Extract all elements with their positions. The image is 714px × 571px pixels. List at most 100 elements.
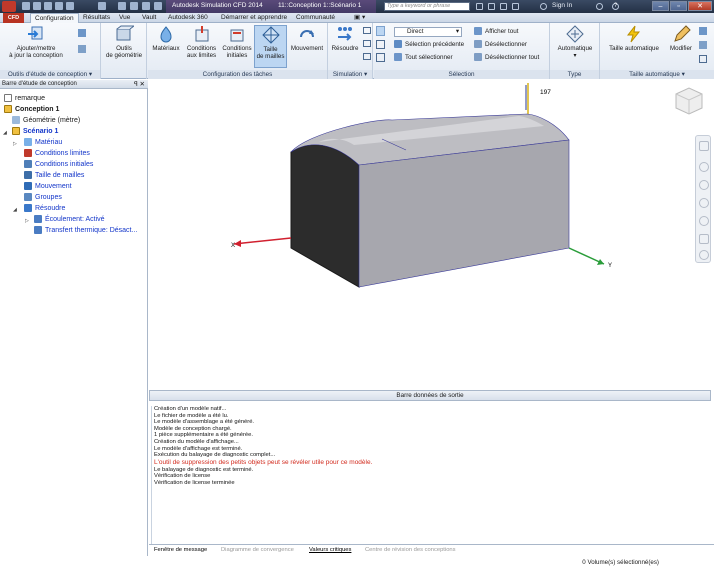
mesh-refine-icon[interactable] <box>699 27 707 35</box>
communication-icon[interactable] <box>500 3 507 10</box>
log-line: Le fichier de modèle a été lu. <box>154 412 229 419</box>
expand-arrow-icon[interactable]: ◢ <box>3 130 7 136</box>
settings-icon[interactable] <box>699 250 709 260</box>
tab-critical-values[interactable]: Valeurs critiques <box>309 546 351 555</box>
collapse-arrow-icon[interactable]: ▷ <box>25 218 29 224</box>
tab-getting-started[interactable]: Démarrer et apprendre <box>221 13 287 23</box>
exchange-icon[interactable] <box>596 3 603 10</box>
tab-community[interactable]: Communauté <box>296 13 335 23</box>
select-all-button[interactable]: Tout sélectionner <box>394 53 453 63</box>
3d-viewport[interactable]: 197 X Y <box>149 80 714 387</box>
collapse-arrow-icon[interactable]: ▷ <box>13 141 17 147</box>
model-front-face[interactable] <box>358 139 570 288</box>
application-menu-button[interactable]: CFD <box>3 13 24 23</box>
quick-access-icon[interactable] <box>154 2 162 10</box>
boundary-conditions-button[interactable]: Conditions aux limites <box>184 25 219 59</box>
select-faces-icon[interactable] <box>376 40 385 49</box>
open-file-icon[interactable] <box>33 2 41 10</box>
close-button[interactable]: ✕ <box>688 1 712 11</box>
app-logo-icon[interactable] <box>2 1 16 12</box>
quick-access-icon[interactable] <box>118 2 126 10</box>
add-update-design-button[interactable]: Ajouter/mettre à jour la conception <box>8 25 64 59</box>
auto-size-button[interactable]: Taille automatique <box>602 25 666 52</box>
tab-autodesk-360[interactable]: Autodesk 360 <box>168 13 208 23</box>
pan-icon[interactable] <box>699 162 709 172</box>
tab-design-review-center[interactable]: Centre de révision des conceptions <box>365 546 456 555</box>
new-file-icon[interactable] <box>22 2 30 10</box>
view-cube[interactable] <box>675 87 703 115</box>
tree-item-scenario[interactable]: Scénario 1 <box>12 127 58 137</box>
group-title[interactable]: Simulation ▾ <box>328 70 372 79</box>
motion-button[interactable]: Mouvement <box>288 25 326 52</box>
deselect-button[interactable]: Désélectionner <box>474 40 527 50</box>
tree-item-geometry[interactable]: Géométrie (mètre) <box>12 116 80 126</box>
select-mode-icon[interactable] <box>376 26 385 36</box>
mail-icon[interactable] <box>363 53 371 60</box>
tab-view[interactable]: Vue <box>119 13 130 23</box>
tree-item-material[interactable]: Matériau <box>24 138 62 148</box>
panel-pin-close[interactable]: ꟼ ✕ <box>134 80 145 89</box>
list-icon[interactable] <box>363 27 371 34</box>
zoom-icon[interactable] <box>699 180 709 190</box>
steering-wheel-icon[interactable] <box>699 141 709 151</box>
modify-button[interactable]: Modifier <box>666 25 696 52</box>
tree-item-solve[interactable]: Résoudre <box>24 204 65 214</box>
tree-item-groups[interactable]: Groupes <box>24 193 62 203</box>
tab-configuration[interactable]: Configuration <box>30 13 79 23</box>
tree-item-heat-transfer[interactable]: Transfert thermique: Désact... <box>34 226 137 236</box>
user-icon[interactable] <box>540 3 547 10</box>
tree-item-boundary-conditions[interactable]: Conditions limites <box>24 149 90 159</box>
quick-access-icon[interactable] <box>142 2 150 10</box>
minimize-button[interactable]: – <box>652 1 669 11</box>
redo-icon[interactable] <box>66 2 74 10</box>
tab-convergence-plot[interactable]: Diagramme de convergence <box>221 546 294 555</box>
mesh-options-icon[interactable] <box>699 55 707 63</box>
look-icon[interactable] <box>699 216 709 226</box>
tab-message-window[interactable]: Fenêtre de message <box>154 546 207 555</box>
orbit-icon[interactable] <box>699 198 709 208</box>
save-icon[interactable] <box>44 2 52 10</box>
tab-overflow-menu[interactable]: ▣ ▾ <box>354 13 365 23</box>
model-canvas[interactable]: 197 X Y <box>149 80 714 387</box>
tab-vault[interactable]: Vault <box>142 13 156 23</box>
key-icon[interactable] <box>488 3 495 10</box>
group-title[interactable]: Taille automatique ▾ <box>600 70 714 79</box>
select-volumes-icon[interactable] <box>376 53 385 62</box>
copy-icon[interactable] <box>78 29 86 37</box>
undo-icon[interactable] <box>55 2 63 10</box>
geometry-icon <box>12 116 20 125</box>
initial-conditions-icon <box>227 25 247 43</box>
deselect-all-button[interactable]: Désélectionner tout <box>474 53 539 63</box>
previous-selection-button[interactable]: Sélection précédente <box>394 40 464 50</box>
tree-item-design[interactable]: Conception 1 <box>4 105 59 115</box>
model-end-face[interactable] <box>290 144 360 288</box>
tree-item-note[interactable]: remarque <box>4 94 45 104</box>
binoculars-icon[interactable] <box>476 3 483 10</box>
tree-item-mesh-size[interactable]: Taille de mailles <box>24 171 84 181</box>
sign-in-link[interactable]: Sign In <box>552 2 572 9</box>
mesh-coarsen-icon[interactable] <box>699 41 707 49</box>
initial-conditions-button[interactable]: Conditions initiales <box>220 25 254 59</box>
automatic-button[interactable]: Automatique ▾ <box>552 25 598 59</box>
tab-results[interactable]: Résultats <box>83 13 110 23</box>
group-title[interactable]: Outils d'étude de conception ▾ <box>0 70 100 79</box>
materials-button[interactable]: Matériaux <box>149 25 183 52</box>
geometry-tools-button[interactable]: Outils de géométrie <box>103 25 145 59</box>
maximize-button[interactable]: ▫ <box>670 1 687 11</box>
solve-button[interactable]: Résoudre <box>329 25 361 52</box>
tree-item-initial-conditions[interactable]: Conditions initiales <box>24 160 93 170</box>
grid-icon[interactable] <box>363 40 371 47</box>
star-icon[interactable] <box>512 3 519 10</box>
quick-access-icon[interactable] <box>130 2 138 10</box>
mesh-size-button[interactable]: Taille de mailles <box>254 25 287 68</box>
help-icon[interactable]: ? <box>612 3 619 10</box>
selection-mode-dropdown[interactable]: Direct ▾ <box>394 27 462 37</box>
clone-icon[interactable] <box>78 45 86 53</box>
tree-item-motion[interactable]: Mouvement <box>24 182 72 192</box>
center-icon[interactable] <box>699 234 709 244</box>
tree-item-flow[interactable]: Écoulement: Activé <box>34 215 105 225</box>
quick-access-icon[interactable] <box>98 2 106 10</box>
expand-arrow-icon[interactable]: ◢ <box>13 207 17 213</box>
search-input[interactable]: Type a keyword or phrase <box>384 2 470 11</box>
show-all-button[interactable]: Afficher tout <box>474 27 519 37</box>
